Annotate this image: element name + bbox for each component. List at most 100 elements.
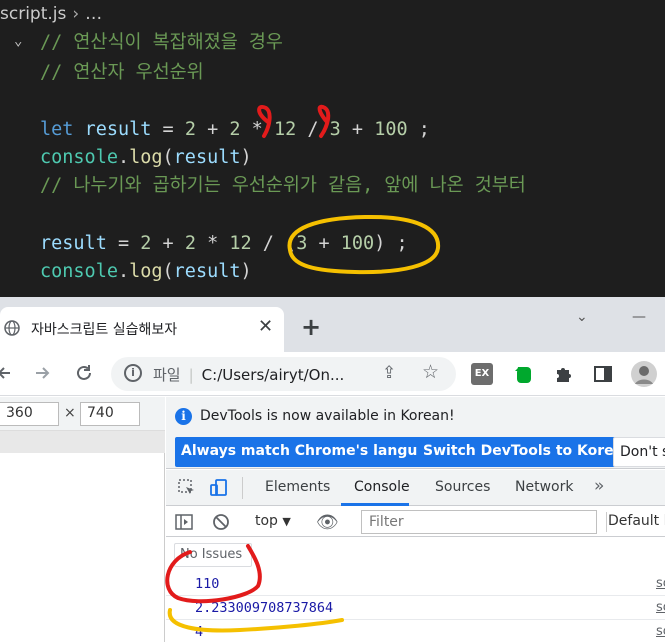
- breadcrumb-file[interactable]: script.js: [0, 4, 66, 24]
- reload-icon[interactable]: [74, 363, 94, 383]
- fold-chevron-icon[interactable]: ⌄: [14, 33, 22, 49]
- console-message: 2.233009708737864 sc: [166, 597, 665, 620]
- breadcrumb-separator: ›: [72, 4, 80, 24]
- number: 12: [273, 119, 297, 140]
- tab-sources[interactable]: Sources: [435, 479, 490, 495]
- inspect-element-icon[interactable]: [178, 479, 196, 497]
- address-bar[interactable]: i 파일 | C:/Users/airyt/On... ⇪ ☆: [111, 357, 456, 391]
- operator: +: [307, 233, 341, 254]
- code-line-6: // 나누기와 곱하기는 우선순위가 같음, 앞에 나온 것부터: [40, 172, 526, 200]
- filter-input[interactable]: Filter: [361, 510, 597, 534]
- function: log: [129, 147, 163, 168]
- operator: +: [151, 233, 185, 254]
- context-selector[interactable]: top ▼: [255, 513, 291, 529]
- console-toolbar: top ▼ 👁 Filter Default le: [166, 507, 665, 537]
- share-icon[interactable]: ⇪: [382, 363, 396, 383]
- source-link[interactable]: sc: [656, 624, 665, 639]
- number: 2: [184, 233, 196, 254]
- breadcrumb-more[interactable]: …: [85, 4, 102, 24]
- comment: // 나누기와 곱하기는 우선순위가 같음, 앞에 나온 것부터: [40, 175, 526, 196]
- back-arrow-icon[interactable]: [0, 364, 14, 382]
- operator: .: [117, 261, 130, 282]
- devtools-panel: i DevTools is now available in Korean! A…: [166, 397, 665, 642]
- browser-tab-bar: 자바스크립트 실습해보자 ✕ + ⌄ —: [0, 297, 665, 352]
- language-banner: i DevTools is now available in Korean! A…: [166, 397, 665, 469]
- globe-icon: [4, 320, 20, 336]
- browser-toolbar: i 파일 | C:/Users/airyt/On... ⇪ ☆ EX: [0, 352, 665, 396]
- browser-tab[interactable]: 자바스크립트 실습해보자 ✕: [0, 307, 284, 352]
- code-line-5: console.log(result): [40, 144, 252, 172]
- comment: // 연산식이 복잡해졌을 경우: [40, 32, 283, 53]
- paren: (: [162, 261, 174, 282]
- more-tabs-icon[interactable]: »: [594, 476, 604, 496]
- number: 12: [229, 233, 252, 254]
- puzzle-icon[interactable]: [553, 363, 575, 385]
- devtools-tab-bar: Elements Console Sources Network »: [166, 470, 665, 506]
- always-match-language-button[interactable]: Always match Chrome's language: [175, 437, 453, 467]
- operator: ;: [385, 233, 408, 254]
- device-height-input[interactable]: 740: [80, 402, 140, 426]
- breadcrumb[interactable]: script.js ›…: [0, 4, 102, 24]
- operator: /: [296, 119, 330, 140]
- star-icon[interactable]: ☆: [422, 361, 439, 383]
- paren: ): [374, 233, 386, 254]
- device-toolbar-icon[interactable]: [210, 479, 228, 497]
- number: 2: [184, 119, 196, 140]
- extension-ex-icon[interactable]: EX: [471, 363, 493, 385]
- console-value: 2.233009708737864: [195, 600, 334, 616]
- number: 2: [140, 233, 152, 254]
- switch-to-korean-button[interactable]: Switch DevTools to Korean: [417, 437, 640, 467]
- dimension-times: ×: [64, 405, 76, 421]
- address-divider: |: [188, 366, 194, 384]
- paren: ): [240, 261, 252, 282]
- console-message: 4 sc: [166, 621, 665, 642]
- forward-arrow-icon[interactable]: [33, 364, 51, 382]
- dropdown-arrow-icon: ▼: [282, 515, 291, 528]
- url-text: C:/Users/airyt/On...: [201, 366, 345, 384]
- info-icon[interactable]: i: [124, 364, 142, 382]
- banner-text: DevTools is now available in Korean!: [200, 408, 455, 424]
- code-editor[interactable]: script.js ›… ⌄ // 연산식이 복잡해졌을 경우 // 연산자 우선…: [0, 0, 665, 297]
- close-icon[interactable]: ✕: [258, 316, 273, 337]
- log-levels-dropdown[interactable]: Default le: [608, 513, 665, 529]
- number: 100: [340, 233, 375, 254]
- code-line-2: // 연산자 우선순위: [40, 59, 204, 87]
- ruler-strip: [0, 431, 165, 453]
- variable: result: [84, 119, 152, 140]
- tab-network[interactable]: Network: [515, 479, 573, 495]
- source-link[interactable]: sc: [656, 576, 665, 591]
- code-line-8: result = 2 + 2 * 12 / (3 + 100) ;: [40, 230, 408, 258]
- tab-elements[interactable]: Elements: [265, 479, 330, 495]
- avatar[interactable]: [630, 360, 658, 388]
- issues-button[interactable]: No Issues: [174, 543, 252, 567]
- tab-console[interactable]: Console: [354, 479, 410, 495]
- tab-title: 자바스크립트 실습해보자: [31, 322, 178, 338]
- address-text: 파일 | C:/Users/airyt/On...: [153, 364, 344, 385]
- sidebar-toggle-icon[interactable]: [175, 513, 193, 531]
- operator: =: [151, 119, 185, 140]
- operator: =: [106, 233, 141, 254]
- eye-icon[interactable]: 👁: [316, 512, 339, 533]
- sidepanel-icon[interactable]: [592, 363, 614, 385]
- operator: +: [195, 119, 230, 140]
- context-label: top: [255, 513, 278, 529]
- chevron-down-icon[interactable]: ⌄: [576, 309, 588, 325]
- operator: ;: [407, 119, 430, 140]
- clear-console-icon[interactable]: [212, 513, 230, 531]
- number: 2: [229, 119, 241, 140]
- evernote-icon[interactable]: [512, 363, 534, 385]
- new-tab-button[interactable]: +: [301, 313, 321, 341]
- keyword: let: [40, 119, 74, 140]
- variable: result: [173, 261, 241, 282]
- object: console: [40, 147, 118, 168]
- minimize-icon[interactable]: —: [632, 309, 646, 325]
- console-value: 110: [195, 576, 220, 592]
- device-width-input[interactable]: 360: [0, 402, 59, 426]
- operator: *: [240, 119, 274, 140]
- operator: *: [195, 233, 230, 254]
- source-link[interactable]: sc: [656, 600, 665, 615]
- operator: /: [251, 233, 286, 254]
- console-message: 110 sc: [166, 573, 665, 596]
- dont-show-again-button[interactable]: Don't s: [613, 437, 665, 467]
- paren: ): [240, 147, 252, 168]
